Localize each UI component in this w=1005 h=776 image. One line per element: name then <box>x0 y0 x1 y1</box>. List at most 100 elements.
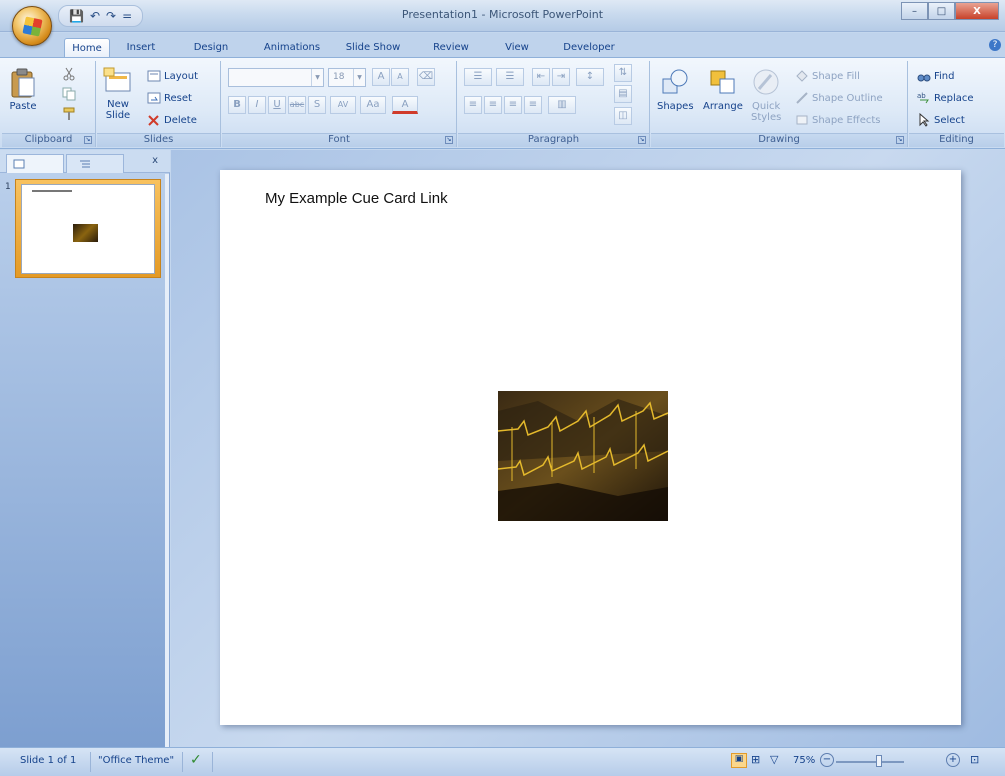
tab-review[interactable]: Review <box>430 38 472 57</box>
format-painter-icon[interactable] <box>62 107 76 121</box>
shape-outline-label: Shape Outline <box>812 92 883 104</box>
shape-fill-button[interactable]: Shape Fill <box>795 69 860 83</box>
window-title: Presentation1 - Microsoft PowerPoint <box>401 8 604 21</box>
quick-styles-button[interactable]: Quick Styles <box>751 67 781 123</box>
svg-text:ab: ab <box>917 92 926 100</box>
slide-show-view-icon[interactable]: ▽ <box>770 753 778 766</box>
paste-button[interactable]: Paste <box>8 67 38 112</box>
quick-styles-label-2: Styles <box>751 112 782 123</box>
spell-check-icon[interactable]: ✓ <box>190 752 202 768</box>
font-name-combo[interactable]: ▼ <box>228 68 324 87</box>
increase-indent-icon[interactable]: ⇥ <box>552 68 570 86</box>
italic-button[interactable]: I <box>248 96 266 114</box>
shapes-icon <box>662 69 688 94</box>
tab-design[interactable]: Design <box>188 38 234 57</box>
reset-button[interactable]: Reset <box>147 91 192 105</box>
new-slide-icon <box>103 67 131 92</box>
font-size-combo[interactable]: 18 ▼ <box>328 68 366 87</box>
bullets-icon[interactable]: ☰ <box>464 68 492 86</box>
outline-tab-icon <box>80 160 90 168</box>
slide-sorter-view-icon[interactable]: ⊞ <box>751 753 760 766</box>
replace-label: Replace <box>934 92 974 104</box>
slides-pane: x 1 <box>0 150 170 747</box>
align-left-icon[interactable]: ≡ <box>464 96 482 114</box>
columns-icon[interactable]: ▥ <box>548 96 576 114</box>
clipboard-group-label: Clipboard <box>2 133 95 147</box>
arrange-button[interactable]: Arrange <box>703 67 743 112</box>
find-button[interactable]: Find <box>917 69 955 83</box>
numbering-icon[interactable]: ☰ <box>496 68 524 86</box>
slide-canvas[interactable]: My Example Cue Card Link <box>220 170 961 725</box>
cut-icon[interactable] <box>62 67 76 81</box>
shape-outline-button[interactable]: Shape Outline <box>795 91 883 105</box>
help-icon[interactable]: ? <box>989 39 1001 51</box>
delete-button[interactable]: Delete <box>147 113 197 127</box>
ribbon: Paste Clipboard ↘ New Slide Layout Reset… <box>0 57 1005 149</box>
layout-label: Layout <box>164 70 198 82</box>
zoom-slider-thumb[interactable] <box>876 755 882 767</box>
zoom-in-icon[interactable]: + <box>946 753 960 767</box>
shape-effects-button[interactable]: Shape Effects <box>795 113 880 127</box>
maximize-button[interactable]: □ <box>928 2 955 20</box>
align-center-icon[interactable]: ≡ <box>484 96 502 114</box>
replace-button[interactable]: ab Replace <box>917 91 974 105</box>
slide-thumbnail[interactable] <box>21 184 155 274</box>
tab-developer[interactable]: Developer <box>558 38 620 57</box>
align-text-icon[interactable]: ▤ <box>614 85 632 103</box>
minimize-button[interactable]: – <box>901 2 928 20</box>
justify-icon[interactable]: ≡ <box>524 96 542 114</box>
slide-picture[interactable] <box>498 391 668 521</box>
font-launcher-icon[interactable]: ↘ <box>445 136 453 144</box>
paragraph-launcher-icon[interactable]: ↘ <box>638 136 646 144</box>
font-color-button[interactable]: A <box>392 96 418 114</box>
strikethrough-button[interactable]: abc <box>288 96 306 114</box>
close-button[interactable]: X <box>955 2 999 20</box>
slides-tab[interactable] <box>6 154 64 173</box>
tab-view[interactable]: View <box>500 38 534 57</box>
slide-thumbnail-selected[interactable]: 1 <box>5 179 161 278</box>
office-button[interactable] <box>12 6 52 46</box>
slide-title-text[interactable]: My Example Cue Card Link <box>265 190 448 207</box>
pane-divider[interactable] <box>165 174 169 747</box>
layout-button[interactable]: Layout <box>147 69 198 83</box>
smartart-icon[interactable]: ◫ <box>614 107 632 125</box>
tab-animations[interactable]: Animations <box>258 38 326 57</box>
select-button[interactable]: Select <box>917 113 965 127</box>
shape-effects-label: Shape Effects <box>812 114 881 126</box>
zoom-slider-track[interactable] <box>836 761 904 763</box>
drawing-launcher-icon[interactable]: ↘ <box>896 136 904 144</box>
align-right-icon[interactable]: ≡ <box>504 96 522 114</box>
drawing-group-label: Drawing <box>651 133 907 147</box>
change-case-button[interactable]: Aa <box>360 96 386 114</box>
normal-view-icon[interactable]: ▣ <box>731 753 747 768</box>
grow-font-button[interactable]: A <box>372 68 390 86</box>
decrease-indent-icon[interactable]: ⇤ <box>532 68 550 86</box>
zoom-level[interactable]: 75% <box>793 755 815 766</box>
effects-icon <box>796 115 808 125</box>
font-group: ▼ 18 ▼ A A ⌫ B I U abc S AV Aa A Font ↘ <box>222 61 457 147</box>
tab-insert[interactable]: Insert <box>120 38 162 57</box>
shrink-font-button[interactable]: A <box>391 68 409 86</box>
new-slide-button[interactable]: New Slide <box>103 65 133 121</box>
status-separator <box>90 752 91 772</box>
bold-button[interactable]: B <box>228 96 246 114</box>
status-bar: Slide 1 of 1 "Office Theme" ✓ ▣ ⊞ ▽ 75% … <box>0 747 1005 776</box>
tab-slide-show[interactable]: Slide Show <box>344 38 402 57</box>
clipboard-launcher-icon[interactable]: ↘ <box>84 136 92 144</box>
copy-icon[interactable] <box>62 87 76 101</box>
theme-name[interactable]: "Office Theme" <box>98 755 174 766</box>
character-spacing-button[interactable]: AV <box>330 96 356 114</box>
text-direction-icon[interactable]: ⇅ <box>614 64 632 82</box>
shapes-button[interactable]: Shapes <box>657 67 694 112</box>
clear-formatting-icon[interactable]: ⌫ <box>417 68 435 86</box>
text-shadow-button[interactable]: S <box>308 96 326 114</box>
underline-button[interactable]: U <box>268 96 286 114</box>
font-size-dropdown-icon[interactable]: ▼ <box>353 69 365 86</box>
fit-slide-icon[interactable]: ⊡ <box>970 753 979 766</box>
zoom-out-icon[interactable]: − <box>820 753 834 767</box>
close-pane-icon[interactable]: x <box>152 155 158 166</box>
font-name-dropdown-icon[interactable]: ▼ <box>311 69 323 86</box>
line-spacing-icon[interactable]: ↕ <box>576 68 604 86</box>
tab-home[interactable]: Home <box>64 38 110 57</box>
outline-tab[interactable] <box>66 154 124 173</box>
